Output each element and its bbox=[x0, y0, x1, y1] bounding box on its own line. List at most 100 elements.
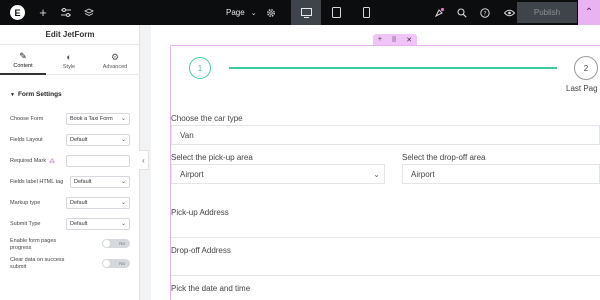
progress-toggle[interactable]: No bbox=[102, 239, 130, 248]
last-page-label: Last Pag bbox=[566, 84, 598, 93]
dropoff-address-field[interactable] bbox=[171, 275, 600, 276]
clear-data-toggle-label-line2: submit bbox=[10, 264, 27, 270]
choose-form-label: Choose Form bbox=[10, 116, 44, 122]
dropoff-address-label: Drop-off Address bbox=[171, 246, 231, 255]
tab-style-label: Style bbox=[62, 64, 76, 70]
pickup-address-field[interactable] bbox=[171, 237, 600, 238]
gear-icon[interactable] bbox=[264, 0, 278, 25]
pencil-icon: ✎ bbox=[19, 51, 27, 61]
tab-advanced-label: Advanced bbox=[102, 64, 128, 70]
clear-data-toggle-label-line1: Clear data on success bbox=[10, 257, 65, 263]
pickup-area-select[interactable]: Airport ⌄ bbox=[171, 164, 385, 184]
progress-toggle-label-line1: Enable form pages bbox=[10, 238, 57, 244]
editor-canvas: + ⠿ ✕ 1 2 Last Pag Choose the car type V… bbox=[151, 25, 600, 300]
clear-data-toggle-state: No bbox=[119, 261, 125, 266]
panel-title: Edit JetForm bbox=[0, 25, 140, 45]
notifications-icon[interactable] bbox=[432, 0, 446, 25]
fields-layout-row: Fields Layout Default ⌄ bbox=[10, 133, 130, 147]
fields-layout-value: Default bbox=[70, 137, 88, 143]
chevron-down-icon: ⌄ bbox=[373, 170, 380, 179]
markup-type-value: Default bbox=[70, 200, 88, 206]
fields-layout-select[interactable]: Default ⌄ bbox=[66, 134, 130, 146]
progress-toggle-label-line2: progress bbox=[10, 245, 32, 251]
add-section-icon[interactable]: + bbox=[378, 36, 382, 43]
choose-form-select[interactable]: Book a Taxi Form ⌄ bbox=[66, 113, 130, 125]
markup-type-select[interactable]: Default ⌄ bbox=[66, 197, 130, 209]
page-dropdown[interactable]: Page ⌄ bbox=[226, 0, 257, 25]
markup-type-row: Markup type Default ⌄ bbox=[10, 196, 130, 210]
drag-handle-icon[interactable]: ⠿ bbox=[392, 36, 397, 44]
layers-icon[interactable] bbox=[82, 0, 96, 25]
step-2-indicator: 2 bbox=[574, 56, 598, 80]
clear-data-toggle-label: Clear data on success submit bbox=[10, 257, 64, 271]
page-dropdown-label: Page bbox=[226, 8, 245, 17]
submit-type-label: Submit Type bbox=[10, 221, 41, 227]
toggle-knob bbox=[103, 260, 110, 267]
chevron-down-icon: ⌄ bbox=[250, 9, 257, 17]
fields-layout-label: Fields Layout bbox=[10, 137, 43, 143]
eye-icon[interactable] bbox=[502, 0, 516, 25]
close-icon[interactable]: ✕ bbox=[406, 36, 412, 44]
pickup-area-label: Select the pick-up area bbox=[171, 153, 253, 162]
choose-form-row: Choose Form Book a Taxi Form ⌄ bbox=[10, 112, 130, 126]
clear-data-toggle[interactable]: No bbox=[102, 259, 130, 268]
car-type-field[interactable]: Van bbox=[171, 125, 600, 145]
chevron-down-icon: ⌄ bbox=[120, 179, 126, 185]
label-tag-label: Fields label HTML tag bbox=[10, 179, 64, 185]
collapse-panel-button[interactable]: ‹ bbox=[139, 150, 149, 170]
editor-topbar: E + Page ⌄ ? Publish ⌃ bbox=[0, 0, 600, 25]
panel-tabs: ✎ Content ◐ Style ⚙ Advanced bbox=[0, 47, 140, 75]
editor-panel: Edit JetForm ✎ Content ◐ Style ⚙ Advance… bbox=[0, 25, 140, 300]
section-handle[interactable]: + ⠿ ✕ bbox=[373, 34, 417, 45]
label-tag-select[interactable]: Default ⌄ bbox=[70, 176, 130, 188]
car-type-value: Van bbox=[180, 130, 194, 140]
required-mark-label: Required Mark ⁂ bbox=[10, 154, 55, 168]
toggle-knob bbox=[103, 240, 110, 247]
mobile-icon[interactable] bbox=[351, 0, 381, 25]
submit-type-select[interactable]: Default ⌄ bbox=[66, 218, 130, 230]
elementor-logo-icon[interactable]: E bbox=[10, 5, 25, 20]
chevron-down-icon: ⌄ bbox=[120, 116, 126, 122]
progress-line bbox=[229, 67, 557, 69]
pickup-address-label: Pick-up Address bbox=[171, 208, 229, 217]
label-tag-row: Fields label HTML tag Default ⌄ bbox=[10, 175, 130, 189]
svg-text:?: ? bbox=[483, 10, 486, 17]
section-title: Form Settings bbox=[17, 91, 62, 98]
tablet-icon[interactable] bbox=[321, 0, 351, 25]
caret-down-icon: ▼ bbox=[10, 92, 15, 98]
search-icon[interactable] bbox=[455, 0, 469, 25]
car-type-label: Choose the car type bbox=[171, 114, 243, 123]
chevron-up-icon[interactable]: ⌃ bbox=[578, 0, 600, 25]
form-settings-section[interactable]: ▼ Form Settings bbox=[10, 91, 62, 98]
chevron-down-icon: ⌄ bbox=[120, 200, 126, 206]
half-circle-icon: ◐ bbox=[66, 52, 72, 62]
tab-content[interactable]: ✎ Content bbox=[0, 47, 46, 75]
submit-type-row: Submit Type Default ⌄ bbox=[10, 217, 130, 231]
datetime-label: Pick the date and time bbox=[171, 284, 251, 293]
label-tag-value: Default bbox=[74, 179, 92, 185]
desktop-icon[interactable] bbox=[291, 0, 321, 25]
device-switcher bbox=[289, 0, 381, 25]
tab-content-label: Content bbox=[13, 63, 33, 69]
plus-icon[interactable]: + bbox=[36, 0, 50, 25]
required-mark-text: Required Mark bbox=[10, 158, 47, 164]
tab-style[interactable]: ◐ Style bbox=[46, 47, 92, 75]
gear-icon: ⚙ bbox=[110, 52, 120, 62]
chevron-down-icon: ⌄ bbox=[120, 221, 126, 227]
chevron-down-icon: ⌄ bbox=[120, 137, 126, 143]
tab-advanced[interactable]: ⚙ Advanced bbox=[92, 47, 138, 75]
required-mark-row: Required Mark ⁂ bbox=[10, 154, 130, 168]
progress-toggle-state: No bbox=[119, 241, 125, 246]
submit-type-value: Default bbox=[70, 221, 88, 227]
help-icon[interactable]: ? bbox=[478, 0, 492, 25]
step-1-indicator: 1 bbox=[189, 57, 211, 79]
choose-form-value: Book a Taxi Form bbox=[70, 116, 113, 122]
dropoff-area-label: Select the drop-off area bbox=[402, 153, 486, 162]
progress-toggle-label: Enable form pages progress bbox=[10, 238, 56, 252]
dynamic-tags-icon[interactable]: ⁂ bbox=[49, 158, 55, 165]
sliders-icon[interactable] bbox=[59, 0, 73, 25]
required-mark-input[interactable] bbox=[66, 155, 130, 167]
publish-button[interactable]: Publish bbox=[517, 2, 577, 23]
dropoff-area-select[interactable]: Airport bbox=[402, 164, 600, 184]
pickup-area-value: Airport bbox=[180, 169, 204, 179]
